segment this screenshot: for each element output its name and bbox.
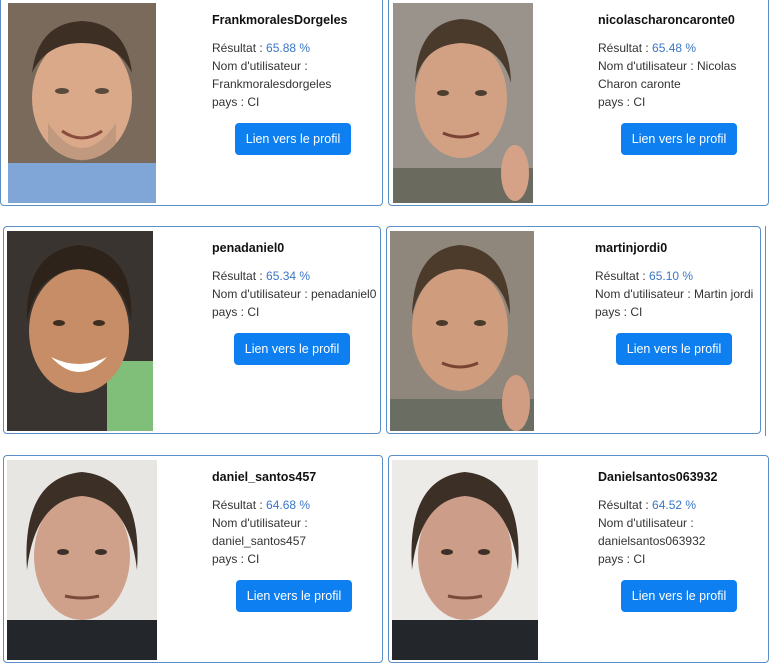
score-value: 64.52 % (652, 498, 697, 512)
country-value: CI (633, 552, 646, 566)
score-line: Résultat : 65.88 % (212, 39, 347, 57)
username-line: Nom d'utilisateur : (598, 516, 694, 530)
card-title: daniel_santos457 (212, 470, 317, 484)
score-line: Résultat : 64.52 % (598, 496, 718, 514)
country-line: pays : CI (598, 550, 718, 568)
country-label: pays : (598, 95, 634, 109)
score-line: Résultat : 65.48 % (598, 39, 736, 57)
profile-photo (390, 231, 534, 431)
profile-link-button[interactable]: Lien vers le profil (234, 333, 350, 365)
score-label: Résultat : (598, 41, 653, 55)
username-line-2: Charon caronte (598, 77, 681, 91)
country-label: pays : (598, 552, 634, 566)
profile-photo (8, 3, 156, 203)
country-line: pays : CI (598, 93, 736, 111)
next-card-edge (765, 226, 769, 436)
score-value: 65.10 % (649, 269, 694, 283)
face-image (7, 231, 153, 431)
country-label: pays : (212, 95, 248, 109)
country-label: pays : (212, 305, 248, 319)
card-title: martinjordi0 (595, 241, 668, 255)
result-card: martinjordi0 Résultat : 65.10 % Nom d'ut… (386, 226, 761, 434)
score-label: Résultat : (212, 269, 267, 283)
country-value: CI (247, 95, 260, 109)
username-line: Nom d'utilisateur : Martin jordi (595, 287, 754, 301)
card-title: Danielsantos063932 (598, 470, 718, 484)
profile-link-button[interactable]: Lien vers le profil (616, 333, 732, 365)
result-card: penadaniel0 Résultat : 65.34 % Nom d'uti… (3, 226, 381, 434)
result-card: FrankmoralesDorgeles Résultat : 65.88 % … (0, 0, 383, 206)
profile-photo (7, 231, 153, 431)
score-value: 65.48 % (652, 41, 697, 55)
profile-photo (392, 460, 538, 660)
face-image (390, 231, 534, 431)
score-value: 65.88 % (266, 41, 311, 55)
result-card: Danielsantos063932 Résultat : 64.52 % No… (388, 455, 769, 663)
card-title: nicolascharoncaronte0 (598, 13, 735, 27)
profile-link-button[interactable]: Lien vers le profil (621, 123, 737, 155)
face-image (8, 3, 156, 203)
score-line: Résultat : 64.68 % (212, 496, 316, 514)
result-card: nicolascharoncaronte0 Résultat : 65.48 %… (388, 0, 769, 206)
card-title: FrankmoralesDorgeles (212, 13, 348, 27)
profile-photo (393, 3, 533, 203)
country-label: pays : (212, 552, 248, 566)
country-label: pays : (595, 305, 631, 319)
face-image (393, 3, 533, 203)
score-label: Résultat : (212, 498, 267, 512)
score-line: Résultat : 65.10 % (595, 267, 753, 285)
country-value: CI (247, 305, 260, 319)
username-line-2: Frankmoralesdorgeles (212, 77, 332, 91)
score-value: 65.34 % (266, 269, 311, 283)
username-line: Nom d'utilisateur : (212, 516, 308, 530)
score-label: Résultat : (598, 498, 653, 512)
country-line: pays : CI (212, 303, 376, 321)
score-label: Résultat : (595, 269, 650, 283)
result-card: daniel_santos457 Résultat : 64.68 % Nom … (3, 455, 383, 663)
profile-link-button[interactable]: Lien vers le profil (235, 123, 351, 155)
score-line: Résultat : 65.34 % (212, 267, 376, 285)
country-line: pays : CI (595, 303, 753, 321)
face-image (392, 460, 538, 660)
profile-link-button[interactable]: Lien vers le profil (236, 580, 352, 612)
card-title: penadaniel0 (212, 241, 285, 255)
country-line: pays : CI (212, 93, 347, 111)
profile-photo (7, 460, 157, 660)
username-line: Nom d'utilisateur : Nicolas (598, 59, 737, 73)
face-image (7, 460, 157, 660)
country-value: CI (247, 552, 260, 566)
country-value: CI (633, 95, 646, 109)
username-line-2: daniel_santos457 (212, 534, 307, 548)
country-value: CI (630, 305, 643, 319)
score-value: 64.68 % (266, 498, 311, 512)
score-label: Résultat : (212, 41, 267, 55)
profile-link-button[interactable]: Lien vers le profil (621, 580, 737, 612)
username-line-2: danielsantos063932 (598, 534, 706, 548)
username-line: Nom d'utilisateur : (212, 59, 308, 73)
username-line: Nom d'utilisateur : penadaniel0 (212, 287, 377, 301)
country-line: pays : CI (212, 550, 316, 568)
